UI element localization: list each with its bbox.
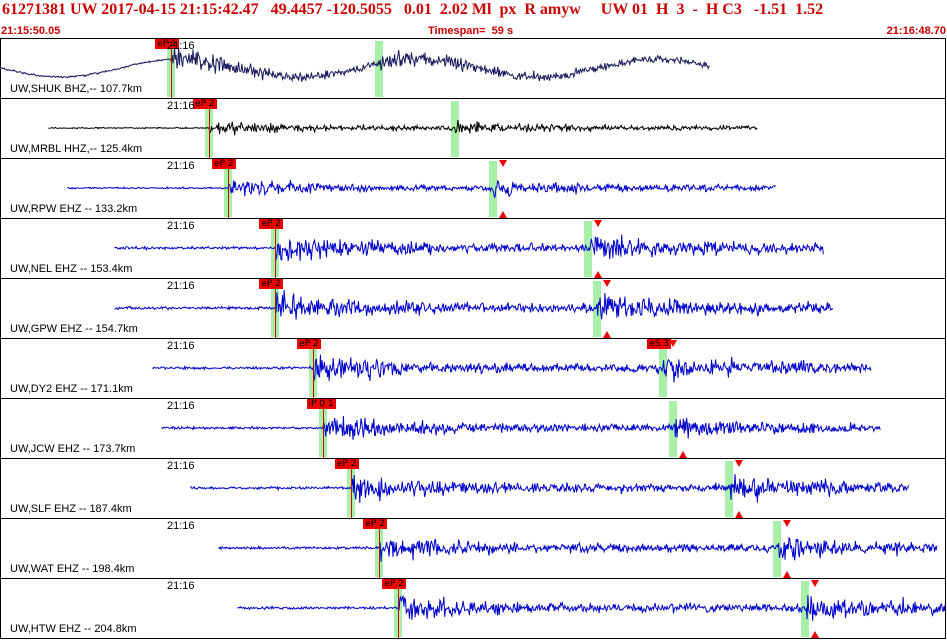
p-pick-flag[interactable]: eP 2 xyxy=(335,459,359,469)
trace-panel[interactable]: eP 2 21:16 UW,WAT EHZ -- 198.4km xyxy=(0,518,946,579)
p-pick-flag[interactable]: eP 2 xyxy=(363,519,387,529)
time-tick: 21:16 xyxy=(167,220,195,232)
s-marker-down-icon[interactable] xyxy=(735,460,744,467)
time-tick: 21:16 xyxy=(167,280,195,292)
station-label: UW,HTW EHZ -- 204.8km xyxy=(10,623,137,635)
waveform xyxy=(67,179,777,199)
p-pick-flag[interactable]: eP 2 xyxy=(259,219,283,229)
p-pick-flag[interactable]: eP 2 xyxy=(259,279,283,289)
start-time: 21:15:50.05 xyxy=(1,25,61,37)
s-marker-up-icon[interactable] xyxy=(735,511,744,518)
time-tick: 21:16 xyxy=(167,40,195,52)
p-pick-flag[interactable]: eP 2 xyxy=(297,339,321,349)
waveform xyxy=(161,415,881,440)
p-pick-flag[interactable]: eP 2 xyxy=(212,159,236,169)
p-pick-line xyxy=(313,349,315,398)
p-pick-line xyxy=(398,589,400,638)
p-pick-line xyxy=(228,169,230,218)
trace-panel[interactable]: eP 2 21:16 UW,RPW EHZ -- 133.2km xyxy=(0,158,946,219)
p-pick-line xyxy=(351,469,353,518)
s-pick-flag[interactable]: eS 3 xyxy=(647,339,672,349)
waveform xyxy=(190,473,910,504)
trace-panel[interactable]: eP 2 eS 3 21:16 UW,DY2 EHZ -- 171.1km xyxy=(0,338,946,399)
s-marker-down-icon[interactable] xyxy=(782,520,791,527)
time-tick: 21:16 xyxy=(167,520,195,532)
waveform xyxy=(48,120,758,136)
trace-panel[interactable]: eP 1 21:16 UW,SHUK BHZ,-- 107.7km xyxy=(0,38,946,99)
trace-panel[interactable]: eP 2 21:16 UW,NEL EHZ -- 153.4km xyxy=(0,218,946,279)
p-pick-line xyxy=(379,529,381,578)
waveform xyxy=(218,536,938,562)
trace-panels: eP 1 21:16 UW,SHUK BHZ,-- 107.7km eP 2 21:16… xyxy=(0,38,947,640)
time-tick: 21:16 xyxy=(167,160,195,172)
s-marker-up-icon[interactable] xyxy=(498,211,507,218)
time-tick: 21:16 xyxy=(167,400,195,412)
waveform xyxy=(114,289,834,320)
waveform xyxy=(152,354,872,383)
trace-panel[interactable]: iP 0 1 21:16 UW,JCW EHZ -- 173.7km xyxy=(0,398,946,459)
p-pick-line xyxy=(209,109,211,158)
s-marker-up-icon[interactable] xyxy=(602,331,611,338)
waveform xyxy=(237,595,945,621)
waveform xyxy=(1,47,710,83)
p-pick-flag[interactable]: eP 2 xyxy=(382,579,406,589)
station-label: UW,WAT EHZ -- 198.4km xyxy=(10,563,135,575)
trace-panel[interactable]: eP 2 21:16 UW,HTW EHZ -- 204.8km xyxy=(0,578,946,639)
p-pick-line xyxy=(275,229,277,278)
timespan-label: Timespan= 59 s xyxy=(428,25,514,37)
station-label: UW,GPW EHZ -- 154.7km xyxy=(10,323,138,335)
station-label: UW,DY2 EHZ -- 171.1km xyxy=(10,383,133,395)
s-marker-up-icon[interactable] xyxy=(811,631,820,638)
s-marker-down-icon[interactable] xyxy=(498,160,507,167)
s-marker-down-icon[interactable] xyxy=(602,280,611,287)
station-label: UW,SHUK BHZ,-- 107.7km xyxy=(10,83,143,95)
p-pick-line xyxy=(275,289,277,338)
p-pick-flag[interactable]: iP 0 1 xyxy=(306,399,336,409)
p-pick-line xyxy=(322,409,324,458)
s-marker-up-icon[interactable] xyxy=(593,271,602,278)
time-tick: 21:16 xyxy=(167,460,195,472)
trace-panel[interactable]: eP 2 21:16 UW,GPW EHZ -- 154.7km xyxy=(0,278,946,339)
s-marker-down-icon[interactable] xyxy=(811,580,820,587)
s-marker-up-icon[interactable] xyxy=(782,571,791,578)
s-marker-up-icon[interactable] xyxy=(678,451,687,458)
s-marker-down-icon[interactable] xyxy=(669,340,678,347)
trace-panel[interactable]: eP 2 21:16 UW,SLF EHZ -- 187.4km xyxy=(0,458,946,519)
time-tick: 21:16 xyxy=(167,100,195,112)
station-label: UW,NEL EHZ -- 153.4km xyxy=(10,263,133,275)
time-tick: 21:16 xyxy=(167,340,195,352)
station-label: UW,RPW EHZ -- 133.2km xyxy=(10,203,138,215)
trace-panel[interactable]: eP 2 21:16 UW,MRBL HHZ,-- 125.4km xyxy=(0,98,946,159)
waveform xyxy=(114,234,824,261)
p-pick-flag[interactable]: eP 2 xyxy=(193,99,217,109)
event-title: 61271381 UW 2017-04-15 21:15:42.47 49.44… xyxy=(2,1,824,18)
event-header: 61271381 UW 2017-04-15 21:15:42.47 49.44… xyxy=(0,0,947,40)
p-pick-line xyxy=(171,49,173,98)
station-label: UW,SLF EHZ -- 187.4km xyxy=(10,503,132,515)
time-tick: 21:16 xyxy=(167,580,195,592)
station-label: UW,MRBL HHZ,-- 125.4km xyxy=(10,143,143,155)
station-label: UW,JCW EHZ -- 173.7km xyxy=(10,443,136,455)
s-marker-down-icon[interactable] xyxy=(593,220,602,227)
end-time: 21:16:48.70 xyxy=(886,25,946,37)
